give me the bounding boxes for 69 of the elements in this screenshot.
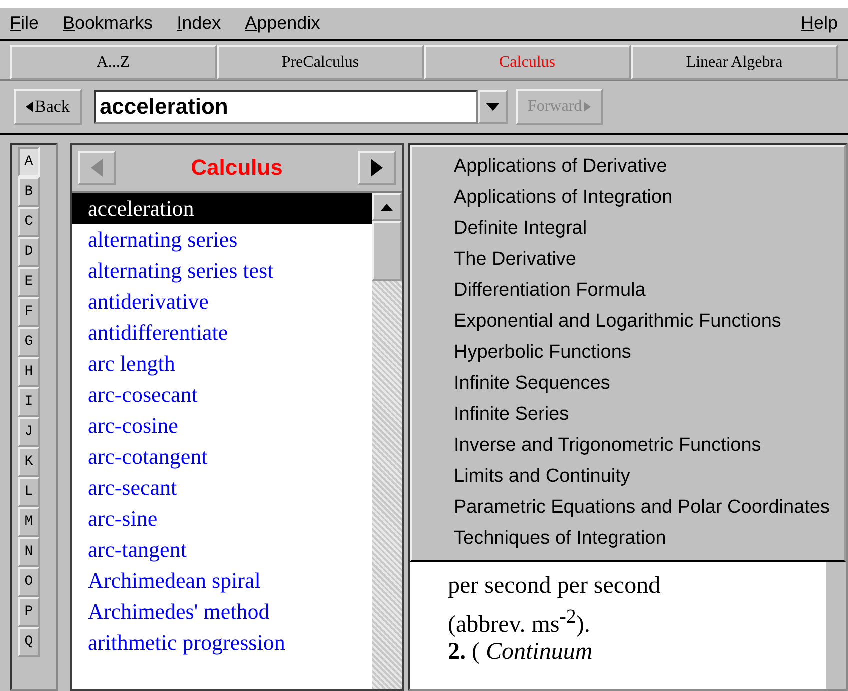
up-arrow-icon [381,204,393,210]
tab[interactable]: A...Z [10,45,217,80]
menu-item[interactable]: Bookmarks [63,13,154,34]
definition-text: (abbrev. ms$^{-2}$). [448,606,592,639]
menu-item[interactable]: The Derivative [454,244,844,275]
tab[interactable]: PreCalculus [217,45,424,80]
menu-item[interactable]: Hyperbolic Functions [454,337,844,368]
term-item[interactable]: acceleration [72,193,372,224]
back-button[interactable]: Back [14,89,82,125]
term-item[interactable]: arc length [72,348,372,379]
dropdown-button[interactable] [478,90,508,124]
left-triangle-icon [91,159,103,177]
definition-text: per second per second [448,573,662,601]
menu-item[interactable]: Parametric Equations and Polar Coordinates [454,492,844,523]
menu-item[interactable]: Help [800,13,838,34]
menu-item[interactable]: Inverse and Trigonometric Functions [454,430,844,461]
letter-button[interactable]: C [18,207,40,237]
letter-button[interactable]: L [18,477,40,507]
term-item[interactable]: arc-secant [72,472,372,503]
right-triangle-icon [370,159,383,177]
letter-button[interactable]: N [18,537,40,567]
right-triangle-icon [584,102,592,112]
letter-button[interactable]: D [18,237,40,267]
menu-item[interactable]: Applications of Derivative [454,151,844,182]
letter-button[interactable]: K [18,447,40,477]
letter-button[interactable]: Q [18,627,40,657]
letter-button[interactable]: H [18,357,40,387]
term-item[interactable]: arc-cosecant [72,379,372,410]
term-item[interactable]: arc-sine [72,503,372,534]
letter-button[interactable]: J [18,417,40,447]
term-item[interactable]: antidifferentiate [72,317,372,348]
menu-item[interactable]: Infinite Sequences [454,368,844,399]
left-triangle-icon [26,102,33,112]
caret-icon [486,103,500,111]
term-item[interactable]: arithmetic progression [72,627,372,658]
menu-item[interactable]: Exponential and Logarithmic Functions [454,306,844,337]
letter-button[interactable]: I [18,387,40,417]
menu-item[interactable]: Techniques of Integration [454,523,844,554]
menu-item[interactable]: Limits and Continuity [454,461,844,492]
letter-button[interactable]: B [18,177,40,207]
term-item[interactable]: alternating series [72,224,372,255]
menu-item[interactable]: Index [177,13,222,34]
letter-button[interactable]: F [18,297,40,327]
term-item[interactable]: arc-tangent [72,534,372,565]
term-item[interactable]: arc-cosine [72,410,372,441]
term-item[interactable]: Archimedean spiral [72,565,372,596]
tab[interactable]: Linear Algebra [631,45,838,80]
menu-item[interactable]: Definite Integral [454,213,844,244]
menu-item[interactable]: Infinite Series [454,399,844,430]
next-button[interactable] [358,151,396,185]
menu-item[interactable]: File [10,13,40,34]
scrollbar[interactable] [372,193,402,689]
term-item[interactable]: Archimedes' method [72,596,372,627]
letter-button[interactable]: O [18,567,40,597]
definition-text: 2. ( Continuum [448,639,594,667]
term-item[interactable]: alternating series test [72,255,372,286]
search-field[interactable]: acceleration [94,90,478,124]
letter-button[interactable]: P [18,597,40,627]
menu-item[interactable]: Applications of Integration [454,182,844,213]
term-item[interactable]: antiderivative [72,286,372,317]
menu-item[interactable]: Differentiation Formula [454,275,844,306]
list-title: Calculus [191,155,283,181]
term-item[interactable]: arc-cotangent [72,441,372,472]
letter-button[interactable]: G [18,327,40,357]
menu-item[interactable]: Appendix [245,13,320,34]
letter-button[interactable]: A [18,147,40,177]
letter-button[interactable]: M [18,507,40,537]
scrollbar-thumb[interactable] [372,221,402,281]
letter-button[interactable]: E [18,267,40,297]
